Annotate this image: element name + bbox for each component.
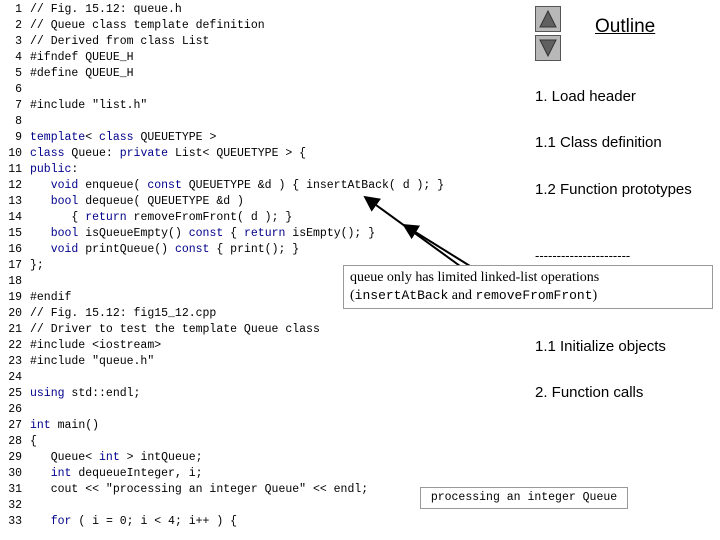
callout-and: and: [448, 288, 476, 303]
arrow-to-enqueue: [363, 195, 461, 267]
paren-close: ): [592, 288, 598, 303]
method-remove-from-front: removeFromFront: [475, 288, 593, 303]
callout-limited-line2: (insertAtBack and removeFromFront): [350, 287, 706, 305]
callout-limited-line1: queue only has limited linked-list opera…: [350, 270, 600, 285]
callout-limited-operations: queue only has limited linked-list opera…: [343, 265, 713, 309]
arrow-to-dequeue: [402, 223, 471, 267]
callout-program-output: processing an integer Queue: [420, 487, 628, 509]
method-insert-at-back: insertAtBack: [354, 288, 449, 303]
